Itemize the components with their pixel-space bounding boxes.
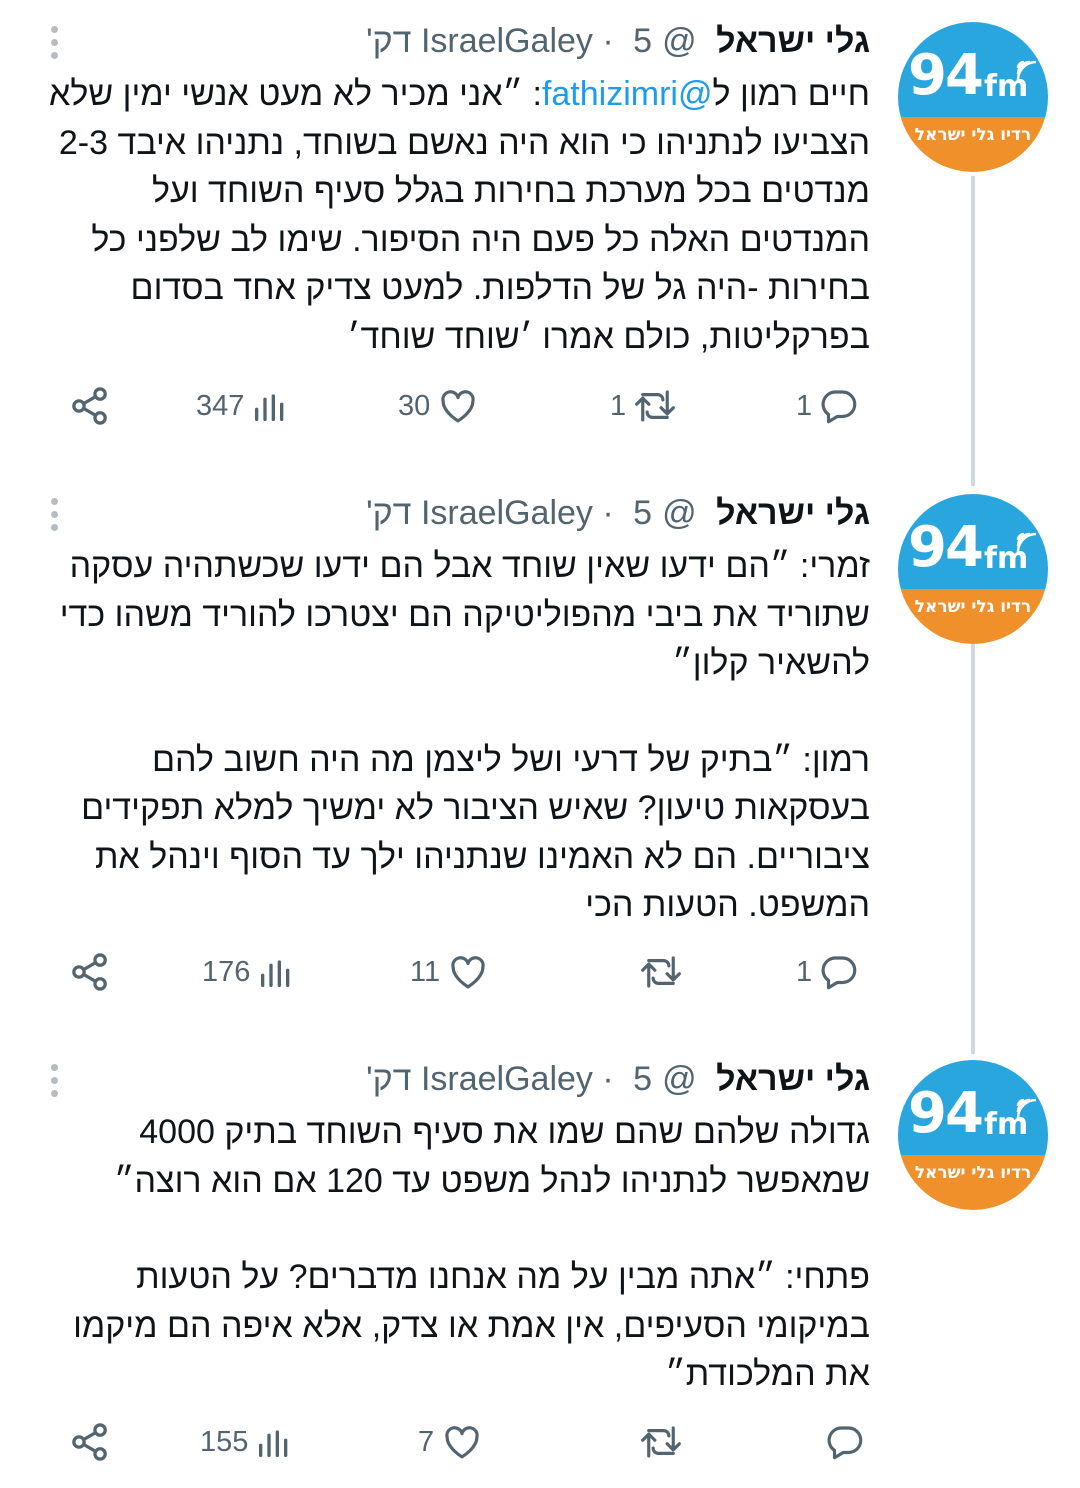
like-button[interactable]: 7 <box>418 1412 484 1472</box>
views-icon <box>261 960 290 987</box>
views-button[interactable]: 176 <box>202 942 296 1002</box>
handle[interactable]: @IsraelGaley <box>421 22 697 60</box>
tweet[interactable]: 94 fm רדיו גלי ישראל גלי ישראל @IsraelGa… <box>0 472 1080 1032</box>
share-button[interactable] <box>68 942 112 1002</box>
reply-button[interactable] <box>818 1412 866 1472</box>
tweet-header: גלי ישראל @IsraelGaley · 5 דק' <box>366 1054 870 1104</box>
separator: · <box>602 494 614 532</box>
retweet-count: 1 <box>610 389 627 422</box>
tweet[interactable]: 94 fm רדיו גלי ישראל גלי ישראל @IsraelGa… <box>0 1038 1080 1488</box>
tweet-paragraph: זמרי: ״הם ידעו שאין שוחד אבל הם ידעו שכש… <box>59 547 870 682</box>
share-icon <box>72 1423 107 1461</box>
separator: · <box>602 1060 614 1098</box>
avatar-logo-number: 94 <box>908 1081 984 1146</box>
views-count: 155 <box>200 1425 249 1458</box>
display-name[interactable]: גלי ישראל <box>716 1060 870 1098</box>
reply-count: 1 <box>796 955 813 988</box>
views-button[interactable]: 155 <box>200 1412 294 1472</box>
tweet-text: זמרי: ״הם ידעו שאין שוחד אבל הם ידעו שכש… <box>36 542 870 930</box>
like-icon <box>441 390 475 423</box>
share-icon <box>72 953 107 991</box>
views-icon <box>255 394 284 421</box>
reply-icon <box>827 1426 863 1460</box>
retweet-button[interactable]: 1 <box>610 376 678 436</box>
like-count: 7 <box>418 1425 435 1458</box>
avatar[interactable]: 94 fm רדיו גלי ישראל <box>898 1060 1048 1210</box>
avatar-logo-number: 94 <box>908 43 984 108</box>
views-count: 347 <box>196 389 245 422</box>
tweet-paragraph: גדולה שלהם שהם שמו את סעיף השוחד בתיק 40… <box>114 1113 870 1200</box>
tweet[interactable]: 94 fm רדיו גלי ישראל גלי ישראל @IsraelGa… <box>0 0 1080 470</box>
views-button[interactable]: 347 <box>196 376 290 436</box>
avatar-logo-number: 94 <box>908 515 984 580</box>
reply-icon <box>821 390 857 424</box>
share-button[interactable] <box>68 1412 112 1472</box>
avatar-subtitle: רדיו גלי ישראל <box>914 597 1032 617</box>
reply-button[interactable]: 1 <box>796 942 860 1002</box>
separator: · <box>602 22 614 60</box>
views-icon <box>259 1430 288 1457</box>
text-segment: חיים רמון ל <box>712 75 871 113</box>
radio-waves-icon <box>1016 532 1037 553</box>
more-vertical-icon[interactable] <box>44 26 64 62</box>
action-bar: 1 1 30 347 <box>0 376 1080 436</box>
display-name[interactable]: גלי ישראל <box>716 494 870 532</box>
action-bar: 7 155 <box>0 1412 1080 1472</box>
avatar[interactable]: 94 fm רדיו גלי ישראל <box>898 22 1048 172</box>
retweet-icon <box>635 390 676 422</box>
reply-icon <box>821 956 857 990</box>
like-button[interactable]: 11 <box>410 942 490 1002</box>
text-segment: : ״אני מכיר לא מעט אנשי ימין שלא הצביעו … <box>48 75 870 356</box>
tweet-paragraph: רמון: ״בתיק של דרעי ושל ליצמן מה היה חשו… <box>81 740 870 925</box>
mention-link[interactable]: @fathizimri <box>542 75 713 113</box>
like-icon <box>451 956 485 989</box>
handle[interactable]: @IsraelGaley <box>421 494 697 532</box>
like-icon <box>445 1426 479 1459</box>
tweet-header: גלי ישראל @IsraelGaley · 5 דק' <box>366 16 870 66</box>
tweet-header: גלי ישראל @IsraelGaley · 5 דק' <box>366 488 870 538</box>
tweet-text: גדולה שלהם שהם שמו את סעיף השוחד בתיק 40… <box>36 1108 870 1399</box>
like-count: 30 <box>398 389 431 422</box>
like-count: 11 <box>410 955 441 988</box>
retweet-icon <box>641 1426 681 1458</box>
tweet-text: חיים רמון ל@fathizimri: ״אני מכיר לא מעט… <box>36 70 870 361</box>
like-button[interactable]: 30 <box>398 376 480 436</box>
avatar[interactable]: 94 fm רדיו גלי ישראל <box>898 494 1048 644</box>
avatar-subtitle: רדיו גלי ישראל <box>914 1163 1032 1183</box>
views-count: 176 <box>202 955 251 988</box>
reply-button[interactable]: 1 <box>796 376 860 436</box>
avatar-subtitle: רדיו גלי ישראל <box>914 125 1032 145</box>
reply-count: 1 <box>796 389 813 422</box>
share-icon <box>72 387 107 425</box>
tweet-paragraph: פתחי: ״אתה מבין על מה אנחנו מדברים? על ה… <box>73 1258 870 1393</box>
handle[interactable]: @IsraelGaley <box>421 1060 697 1098</box>
action-bar: 1 11 176 <box>0 942 1080 1002</box>
more-vertical-icon[interactable] <box>44 498 64 534</box>
share-button[interactable] <box>68 376 112 436</box>
retweet-icon <box>641 956 681 988</box>
retweet-button[interactable] <box>632 942 684 1002</box>
radio-waves-icon <box>1016 1098 1037 1119</box>
retweet-button[interactable] <box>632 1412 684 1472</box>
radio-waves-icon <box>1016 60 1037 81</box>
more-vertical-icon[interactable] <box>44 1064 64 1100</box>
display-name[interactable]: גלי ישראל <box>716 22 870 60</box>
tweet-thread: 94 fm רדיו גלי ישראל גלי ישראל @IsraelGa… <box>0 0 1080 1488</box>
